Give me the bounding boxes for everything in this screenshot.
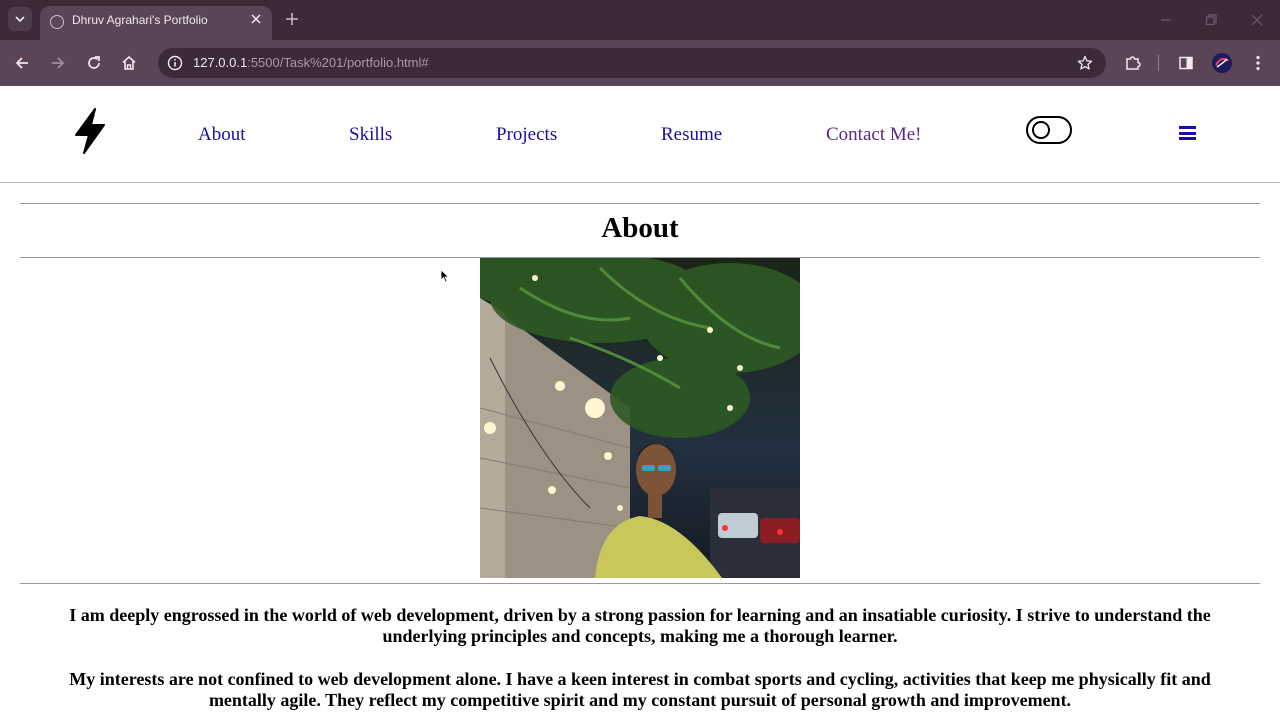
nav-link-projects[interactable]: Projects bbox=[496, 124, 557, 146]
browser-tab-bar: Dhruv Agrahari's Portfolio bbox=[0, 0, 1280, 40]
about-paragraph-2: My interests are not confined to web dev… bbox=[69, 669, 1211, 710]
window-close-icon[interactable] bbox=[1249, 12, 1265, 28]
star-icon[interactable] bbox=[1076, 54, 1094, 72]
site-navbar: About Skills Projects Resume Contact Me! bbox=[0, 86, 1280, 183]
nav-link-about[interactable]: About bbox=[198, 124, 246, 146]
nav-link-resume[interactable]: Resume bbox=[661, 124, 722, 146]
restore-icon[interactable] bbox=[1203, 12, 1219, 28]
plus-icon[interactable] bbox=[283, 10, 301, 28]
browser-tab[interactable]: Dhruv Agrahari's Portfolio bbox=[40, 6, 272, 40]
reload-icon[interactable] bbox=[82, 51, 106, 75]
home-icon[interactable] bbox=[117, 51, 141, 75]
divider-top bbox=[20, 203, 1260, 204]
nav-link-contact[interactable]: Contact Me! bbox=[826, 124, 922, 146]
toggle-knob bbox=[1032, 121, 1050, 139]
toggle-icon[interactable] bbox=[1026, 116, 1072, 144]
menu-dots-icon[interactable] bbox=[1246, 51, 1270, 75]
browser-toolbar: 127.0.0.1:5500/Task%201/portfolio.html# bbox=[0, 40, 1280, 86]
divider-photo bbox=[20, 583, 1260, 584]
minimize-icon[interactable] bbox=[1158, 12, 1174, 28]
bolt-icon[interactable] bbox=[70, 106, 110, 156]
section-title: About bbox=[601, 212, 679, 244]
url-path: :5500/Task%201/portfolio.html# bbox=[247, 55, 429, 70]
tab-search-icon[interactable] bbox=[8, 7, 32, 31]
sidepanel-icon[interactable] bbox=[1174, 51, 1198, 75]
tab-title: Dhruv Agrahari's Portfolio bbox=[72, 13, 208, 27]
profile-avatar[interactable] bbox=[1212, 53, 1232, 73]
about-paragraph-1: I am deeply engrossed in the world of we… bbox=[69, 605, 1211, 646]
url-host: 127.0.0.1 bbox=[193, 55, 248, 70]
hamburger-icon[interactable] bbox=[1179, 126, 1196, 140]
back-icon[interactable] bbox=[10, 51, 34, 75]
profile-photo bbox=[480, 258, 800, 578]
toolbar-separator bbox=[1158, 55, 1159, 71]
web-page: About Skills Projects Resume Contact Me!… bbox=[0, 86, 1280, 720]
address-bar[interactable]: 127.0.0.1:5500/Task%201/portfolio.html# bbox=[158, 48, 1106, 78]
forward-icon[interactable] bbox=[46, 51, 70, 75]
nav-link-skills[interactable]: Skills bbox=[349, 124, 392, 146]
close-icon[interactable] bbox=[248, 11, 264, 27]
url-text: 127.0.0.1:5500/Task%201/portfolio.html# bbox=[193, 55, 429, 70]
globe-icon bbox=[50, 15, 64, 29]
extensions-icon[interactable] bbox=[1121, 51, 1145, 75]
mouse-cursor-icon bbox=[440, 269, 450, 283]
info-icon[interactable] bbox=[166, 54, 184, 72]
